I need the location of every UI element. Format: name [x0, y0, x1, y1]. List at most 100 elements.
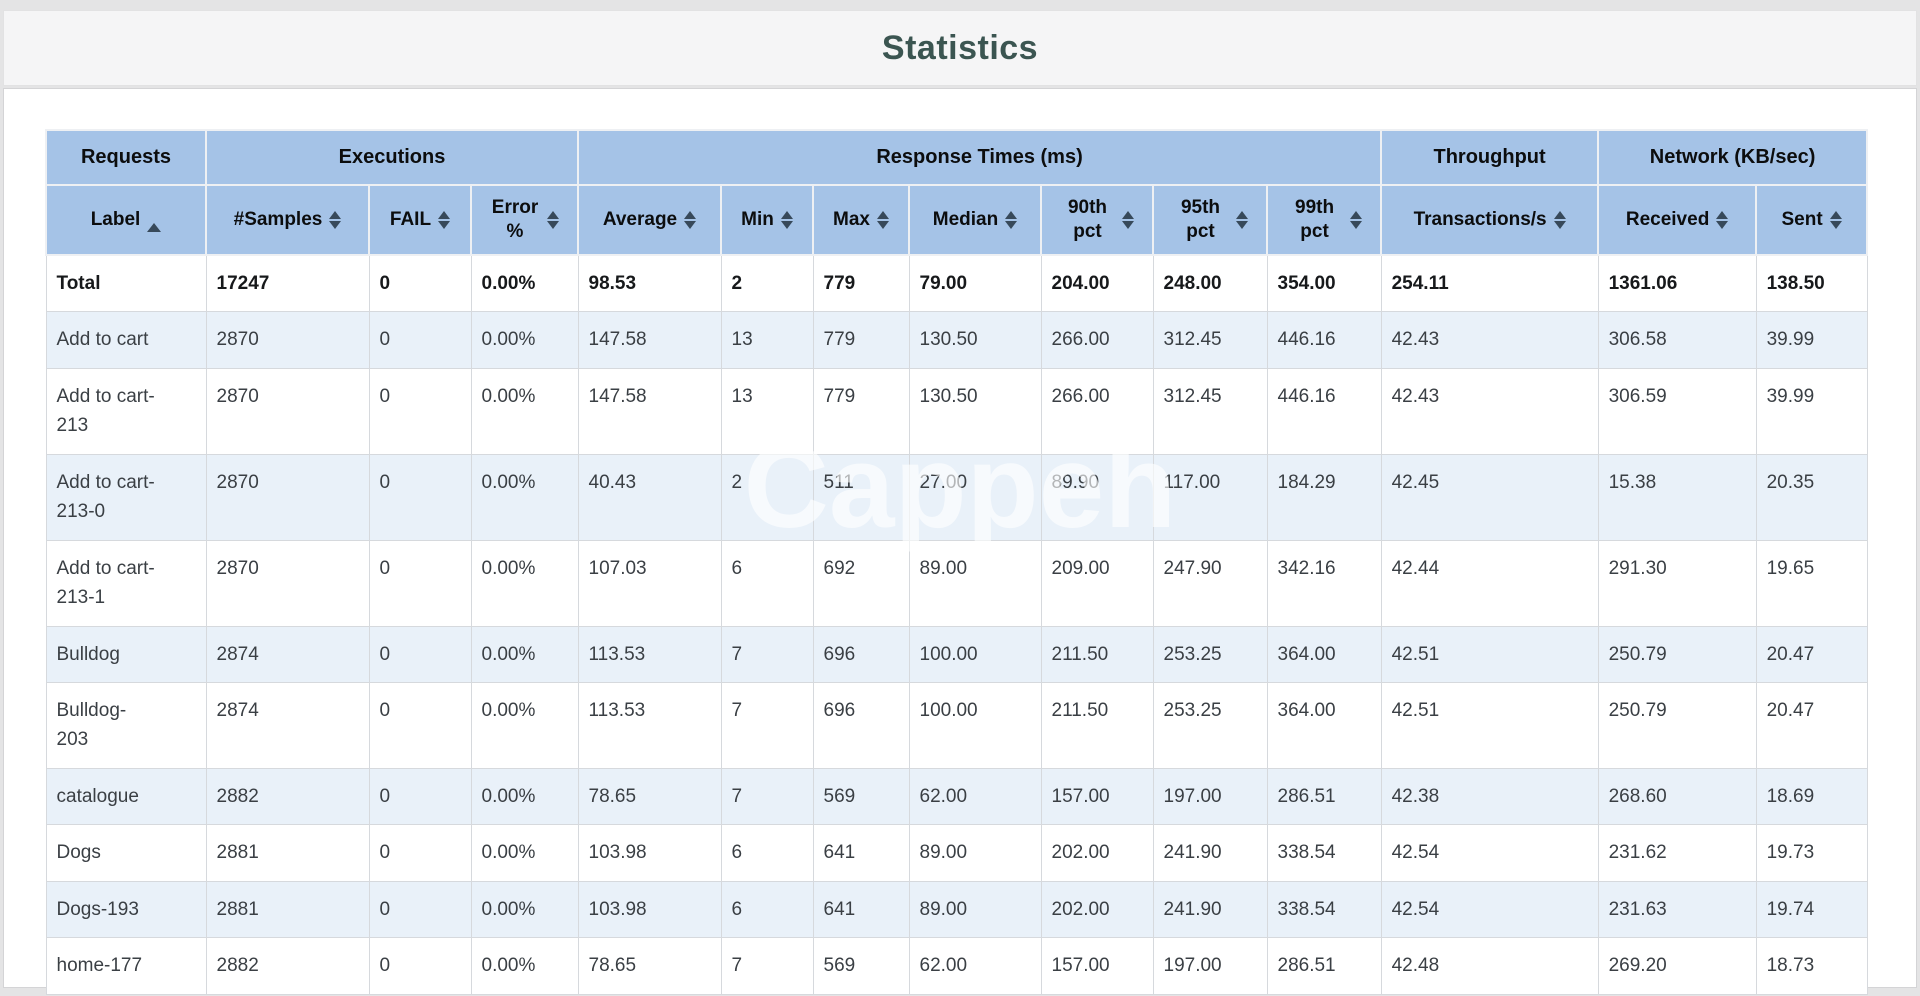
column-header-99th-pct[interactable]: 99th pct — [1267, 185, 1381, 255]
sort-icon — [781, 211, 793, 229]
column-header-min[interactable]: Min — [721, 185, 813, 255]
triangle-down — [1554, 221, 1566, 229]
column-header-label[interactable]: Label — [46, 185, 206, 255]
triangle-up — [877, 211, 889, 219]
value-cell-average: 40.43 — [578, 454, 721, 540]
value-cell-received: 268.60 — [1598, 768, 1756, 824]
value-cell-average: 113.53 — [578, 682, 721, 768]
value-cell-median: 89.00 — [909, 540, 1041, 626]
value-cell-average: 113.53 — [578, 626, 721, 682]
value-cell-median: 89.00 — [909, 881, 1041, 937]
value-cell-average: 98.53 — [578, 255, 721, 312]
value-cell-median: 89.00 — [909, 825, 1041, 881]
value-cell-received: 231.63 — [1598, 881, 1756, 937]
column-header-content: 95th pct — [1172, 196, 1248, 244]
column-header-label: 90th pct — [1060, 196, 1115, 244]
column-header-label: 95th pct — [1172, 196, 1229, 244]
column-header-transactions-s[interactable]: Transactions/s — [1381, 185, 1598, 255]
column-header-label: Error % — [490, 196, 540, 244]
total-row: Total1724700.00%98.53277979.00204.00248.… — [46, 255, 1867, 312]
statistics-table: RequestsExecutionsResponse Times (ms)Thr… — [45, 129, 1868, 995]
sort-icon — [1005, 211, 1017, 229]
sort-icon — [1122, 211, 1134, 229]
column-header-content: FAIL — [388, 197, 452, 243]
value-cell-average: 78.65 — [578, 768, 721, 824]
value-cell-max: 779 — [813, 312, 909, 368]
value-cell-max: 696 — [813, 682, 909, 768]
value-cell-90th-pct: 89.90 — [1041, 454, 1153, 540]
value-cell-sent: 20.47 — [1756, 682, 1867, 768]
value-cell-max: 641 — [813, 881, 909, 937]
value-cell-max: 511 — [813, 454, 909, 540]
value-cell-received: 306.59 — [1598, 368, 1756, 454]
value-cell-99th-pct: 354.00 — [1267, 255, 1381, 312]
value-cell-max: 692 — [813, 540, 909, 626]
value-cell-error-pct: 0.00% — [471, 881, 578, 937]
row-label-cell: Total — [46, 255, 206, 312]
column-header-error-pct[interactable]: Error % — [471, 185, 578, 255]
table-row: Add to cart-213-1287000.00%107.03669289.… — [46, 540, 1867, 626]
table-row: Bulldog287400.00%113.537696100.00211.502… — [46, 626, 1867, 682]
column-header-sent[interactable]: Sent — [1756, 185, 1867, 255]
value-cell-min: 6 — [721, 881, 813, 937]
value-cell-min: 7 — [721, 626, 813, 682]
sort-icon — [684, 211, 696, 229]
value-cell-average: 147.58 — [578, 312, 721, 368]
value-cell-max: 696 — [813, 626, 909, 682]
value-cell-average: 107.03 — [578, 540, 721, 626]
value-cell-95th-pct: 312.45 — [1153, 312, 1267, 368]
triangle-down — [547, 221, 559, 229]
triangle-down — [1122, 221, 1134, 229]
column-header-90th-pct[interactable]: 90th pct — [1041, 185, 1153, 255]
value-cell-received: 306.58 — [1598, 312, 1756, 368]
column-header-median[interactable]: Median — [909, 185, 1041, 255]
value-cell-90th-pct: 211.50 — [1041, 626, 1153, 682]
sort-ascending-icon — [147, 202, 161, 224]
triangle-up — [147, 202, 161, 232]
value-cell-transactions-s: 42.43 — [1381, 368, 1598, 454]
column-header-received[interactable]: Received — [1598, 185, 1756, 255]
column-header-content: Max — [832, 197, 890, 243]
column-header-label: Label — [91, 208, 141, 232]
value-cell-received: 250.79 — [1598, 682, 1756, 768]
value-cell-min: 2 — [721, 255, 813, 312]
row-label-cell: Dogs — [46, 825, 206, 881]
value-cell-received: 250.79 — [1598, 626, 1756, 682]
value-cell-received: 291.30 — [1598, 540, 1756, 626]
title-bar: Statistics — [3, 10, 1917, 86]
value-cell-min: 6 — [721, 825, 813, 881]
column-header-content: 90th pct — [1060, 196, 1134, 244]
value-cell-95th-pct: 312.45 — [1153, 368, 1267, 454]
triangle-up — [547, 211, 559, 219]
value-cell-samples: 2882 — [206, 768, 369, 824]
row-label-cell: Bulldog-203 — [46, 682, 206, 768]
row-label-cell: Dogs-193 — [46, 881, 206, 937]
column-header-content: #Samples — [225, 197, 350, 243]
value-cell-min: 13 — [721, 312, 813, 368]
value-cell-min: 2 — [721, 454, 813, 540]
triangle-down — [1236, 221, 1248, 229]
value-cell-fail: 0 — [369, 540, 471, 626]
column-header-fail[interactable]: FAIL — [369, 185, 471, 255]
value-cell-90th-pct: 266.00 — [1041, 312, 1153, 368]
value-cell-average: 103.98 — [578, 825, 721, 881]
sort-icon — [1554, 211, 1566, 229]
triangle-up — [1350, 211, 1362, 219]
column-header-95th-pct[interactable]: 95th pct — [1153, 185, 1267, 255]
value-cell-95th-pct: 117.00 — [1153, 454, 1267, 540]
triangle-down — [1830, 221, 1842, 229]
triangle-down — [438, 221, 450, 229]
column-header-content: Sent — [1775, 197, 1848, 243]
column-header-label: FAIL — [390, 208, 431, 232]
column-header-max[interactable]: Max — [813, 185, 909, 255]
triangle-down — [781, 221, 793, 229]
value-cell-median: 130.50 — [909, 312, 1041, 368]
column-header-average[interactable]: Average — [578, 185, 721, 255]
row-label-cell: Bulldog — [46, 626, 206, 682]
value-cell-99th-pct: 286.51 — [1267, 768, 1381, 824]
value-cell-fail: 0 — [369, 682, 471, 768]
value-cell-error-pct: 0.00% — [471, 825, 578, 881]
value-cell-max: 779 — [813, 255, 909, 312]
value-cell-99th-pct: 184.29 — [1267, 454, 1381, 540]
column-header-samples[interactable]: #Samples — [206, 185, 369, 255]
